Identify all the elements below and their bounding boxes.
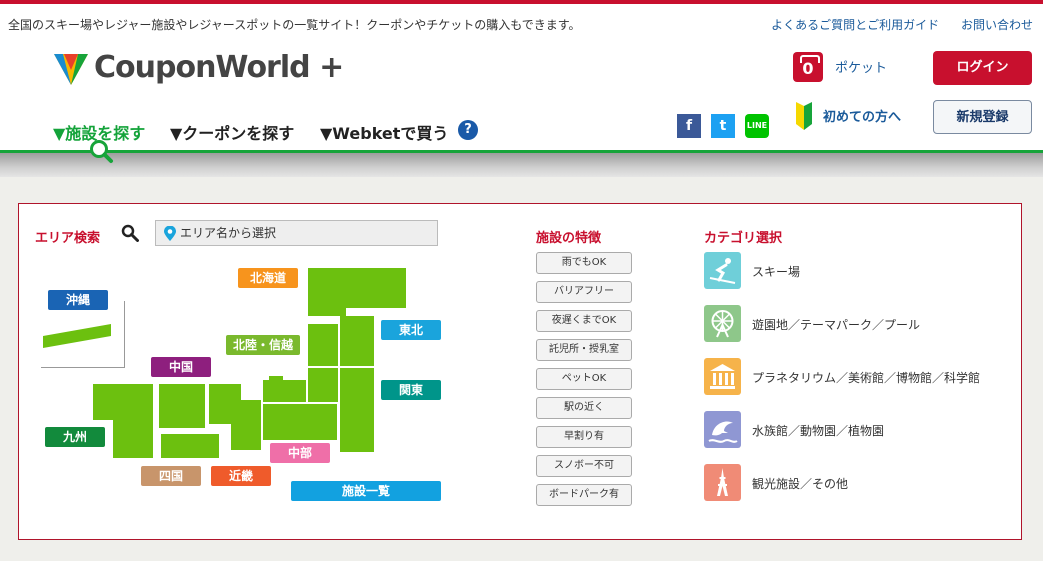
feature-button[interactable]: 早割り有: [536, 426, 632, 448]
region-hokuriku-label[interactable]: 北陸・信越: [226, 335, 300, 355]
tower-icon: [704, 464, 741, 501]
area-select-input[interactable]: エリア名から選択: [155, 220, 438, 246]
map-tohoku[interactable]: [340, 316, 374, 366]
help-icon[interactable]: ?: [458, 120, 478, 140]
museum-icon: [704, 358, 741, 395]
search-panel: エリア検索 エリア名から選択 沖縄 北海道 東北 北陸・信越 中国 関東 九州 …: [18, 203, 1022, 540]
map-okinawa[interactable]: [43, 324, 111, 348]
map-chugoku[interactable]: [159, 384, 205, 428]
pocket-icon[interactable]: 0: [793, 52, 823, 82]
region-chubu-label[interactable]: 中部: [270, 443, 330, 463]
top-links: よくあるご質問とご利用ガイド お問い合わせ: [753, 16, 1033, 33]
ferris-wheel-icon: [704, 305, 741, 342]
nav-coupon-search[interactable]: ▼クーポンを探す: [170, 120, 294, 144]
category-label: 水族館／動物園／植物園: [752, 424, 885, 438]
map-shikoku[interactable]: [161, 434, 219, 458]
search-icon[interactable]: [121, 224, 139, 242]
map-hokkaido[interactable]: [308, 268, 406, 308]
map-chubu-top: [269, 376, 283, 382]
feature-button[interactable]: 雨でもOK: [536, 252, 632, 274]
login-button[interactable]: ログイン: [933, 51, 1032, 85]
map-kyushu-south: [113, 418, 153, 458]
feature-button[interactable]: ペットOK: [536, 368, 632, 390]
map-chubu[interactable]: [263, 404, 337, 440]
site-tagline: 全国のスキー場やレジャー施設やレジャースポットの一覧サイト！クーポンやチケットの…: [8, 18, 581, 32]
logo-mark-icon: [54, 54, 88, 85]
features-title: 施設の特徴: [536, 231, 602, 246]
region-shikoku-label[interactable]: 四国: [141, 466, 201, 486]
faq-link[interactable]: よくあるご質問とご利用ガイド: [771, 18, 939, 32]
region-kinki-label[interactable]: 近畿: [211, 466, 271, 486]
region-kanto-label[interactable]: 関東: [381, 380, 441, 400]
feature-button[interactable]: 夜遅くまでOK: [536, 310, 632, 332]
logo-text: CouponWorld +: [94, 50, 344, 85]
map-kanto[interactable]: [340, 368, 374, 452]
feature-button[interactable]: 託児所・授乳室: [536, 339, 632, 361]
feature-button[interactable]: スノボー不可: [536, 455, 632, 477]
region-okinawa-label[interactable]: 沖縄: [48, 290, 108, 310]
feature-button[interactable]: ボードパーク有: [536, 484, 632, 506]
beginner-mark-icon: [796, 102, 812, 130]
site-header: 全国のスキー場やレジャー施設やレジャースポットの一覧サイト！クーポンやチケットの…: [0, 4, 1043, 150]
all-facilities-button[interactable]: 施設一覧: [291, 481, 441, 501]
category-label: 観光施設／その他: [752, 477, 849, 491]
pocket-link[interactable]: ポケット: [835, 57, 887, 76]
region-chugoku-label[interactable]: 中国: [151, 357, 211, 377]
dolphin-icon: [704, 411, 741, 448]
beginner-guide-link[interactable]: 初めての方へ: [823, 106, 901, 125]
map-kyushu[interactable]: [93, 384, 153, 420]
map-kinki-north: [209, 384, 241, 424]
facebook-icon[interactable]: f: [677, 114, 701, 138]
area-search-title: エリア検索: [35, 231, 101, 246]
region-hokkaido-label[interactable]: 北海道: [238, 268, 298, 288]
map-kanto-west: [308, 368, 338, 402]
map-chubu-north: [263, 380, 306, 402]
region-tohoku-label[interactable]: 東北: [381, 320, 441, 340]
register-button[interactable]: 新規登録: [933, 100, 1032, 134]
location-pin-icon: [164, 226, 176, 241]
contact-link[interactable]: お問い合わせ: [961, 18, 1033, 32]
category-label: 遊園地／テーマパーク／プール: [752, 318, 921, 332]
nav-webket-buy[interactable]: ▼Webketで買う: [320, 120, 448, 144]
line-icon[interactable]: LINE: [745, 114, 769, 138]
okinawa-divider: [124, 301, 125, 367]
region-kyushu-label[interactable]: 九州: [45, 427, 105, 447]
area-select-placeholder: エリア名から選択: [180, 226, 277, 240]
category-label: スキー場: [752, 265, 801, 279]
twitter-icon[interactable]: t: [711, 114, 735, 138]
map-hokkaido-tail: [308, 304, 346, 316]
okinawa-divider-bottom: [41, 367, 125, 368]
active-nav-search-icon: [90, 140, 113, 163]
feature-button[interactable]: バリアフリー: [536, 281, 632, 303]
map-tohoku-west: [308, 324, 338, 366]
site-logo[interactable]: CouponWorld +: [52, 50, 352, 90]
header-shadow-band: [0, 153, 1043, 177]
category-label: プラネタリウム／美術館／博物館／科学館: [752, 371, 981, 385]
category-title: カテゴリ選択: [704, 231, 783, 246]
feature-button[interactable]: 駅の近く: [536, 397, 632, 419]
ski-icon: [704, 252, 741, 289]
